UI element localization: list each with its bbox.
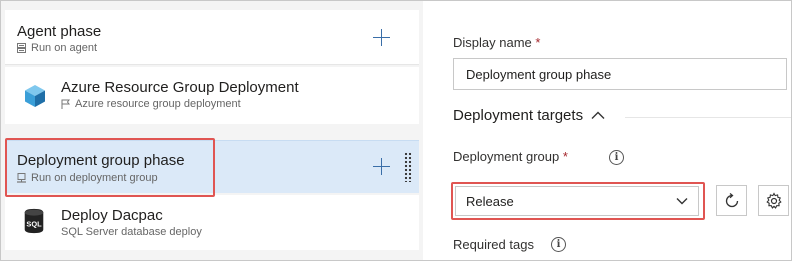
display-name-value: Deployment group phase bbox=[466, 66, 612, 82]
flag-icon bbox=[61, 99, 70, 109]
info-icon[interactable]: i bbox=[551, 237, 566, 252]
highlight-deployment-group-select bbox=[451, 182, 705, 220]
azure-cube-icon bbox=[25, 85, 45, 107]
chevron-up-icon bbox=[591, 111, 605, 119]
display-name-label: Display name * bbox=[453, 35, 541, 50]
refresh-icon bbox=[725, 192, 738, 207]
highlight-deployment-group-phase bbox=[5, 138, 215, 197]
refresh-button[interactable] bbox=[716, 185, 747, 216]
sql-database-icon: SQL bbox=[24, 208, 44, 234]
task-subtitle-azure: Azure resource group deployment bbox=[61, 98, 241, 110]
add-task-plus-icon[interactable] bbox=[373, 29, 390, 46]
phases-panel: Agent phase Run on agent Azure Resource … bbox=[1, 1, 423, 260]
deployment-targets-section-toggle[interactable]: Deployment targets bbox=[453, 107, 605, 124]
agent-phase-subtitle: Run on agent bbox=[17, 42, 97, 54]
task-row-azure-resource-group[interactable]: Azure Resource Group Deployment Azure re… bbox=[5, 67, 419, 124]
deployment-group-label: Deployment group * bbox=[453, 149, 568, 164]
task-subtitle-dacpac: SQL Server database deploy bbox=[61, 226, 202, 238]
phase-properties-panel: Display name * Deployment group phase De… bbox=[425, 1, 791, 260]
task-subtitle-azure-text: Azure resource group deployment bbox=[75, 98, 241, 110]
required-asterisk: * bbox=[562, 149, 568, 164]
agent-phase-row[interactable]: Agent phase Run on agent bbox=[5, 10, 419, 65]
server-icon bbox=[17, 43, 26, 53]
gear-icon bbox=[765, 191, 782, 209]
task-title-dacpac: Deploy Dacpac bbox=[61, 207, 163, 224]
window: Agent phase Run on agent Azure Resource … bbox=[0, 0, 792, 261]
manage-settings-button[interactable] bbox=[758, 185, 789, 216]
required-asterisk: * bbox=[535, 35, 541, 50]
task-row-deploy-dacpac[interactable]: SQL Deploy Dacpac SQL Server database de… bbox=[5, 195, 419, 250]
task-title-azure: Azure Resource Group Deployment bbox=[61, 79, 299, 96]
section-divider bbox=[625, 117, 791, 118]
info-icon[interactable]: i bbox=[609, 150, 624, 165]
required-tags-label: Required tags bbox=[453, 237, 534, 252]
sql-icon-text: SQL bbox=[26, 220, 42, 229]
agent-phase-title: Agent phase bbox=[17, 23, 102, 40]
add-task-plus-icon[interactable] bbox=[373, 158, 390, 175]
drag-handle-icon[interactable] bbox=[404, 152, 412, 182]
deployment-targets-title: Deployment targets bbox=[453, 107, 584, 124]
task-subtitle-dacpac-text: SQL Server database deploy bbox=[61, 226, 202, 238]
display-name-input[interactable]: Deployment group phase bbox=[453, 58, 787, 90]
agent-phase-subtitle-text: Run on agent bbox=[31, 42, 98, 54]
